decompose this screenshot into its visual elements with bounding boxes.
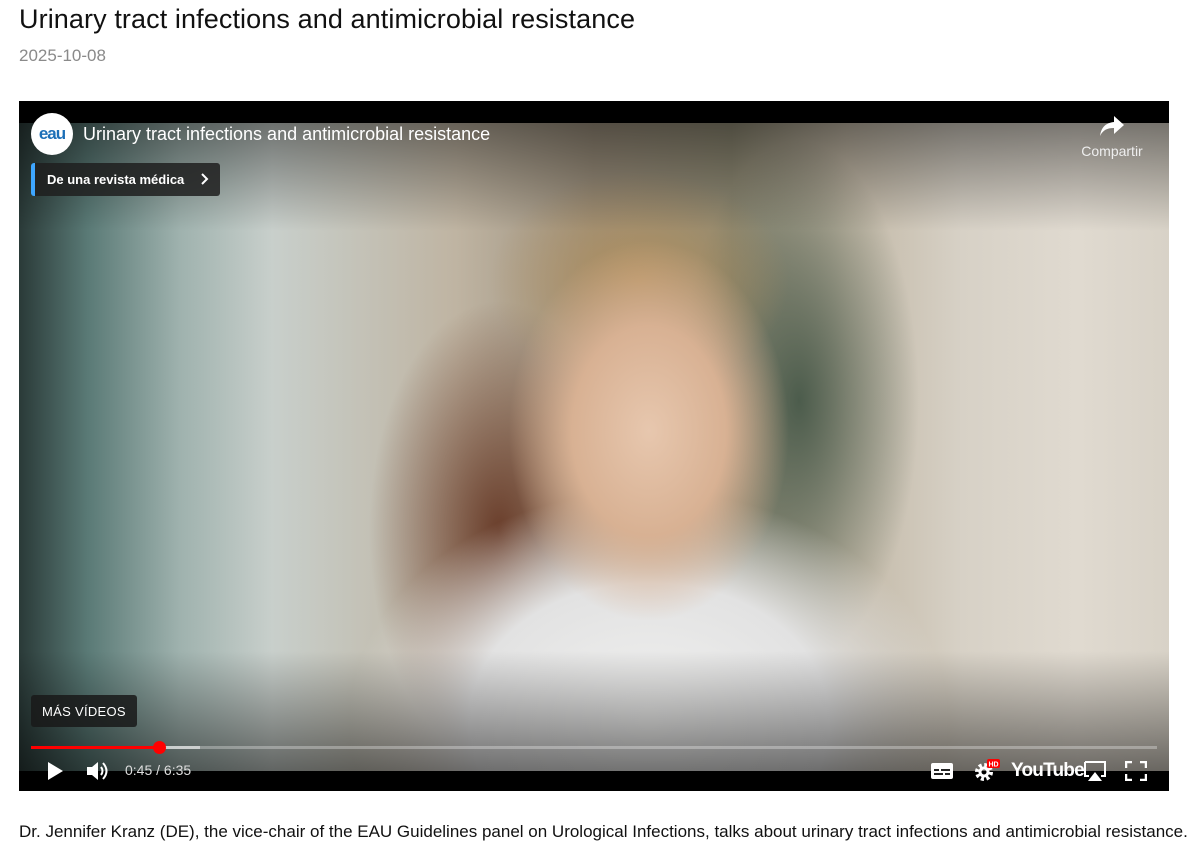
source-info-chip[interactable]: De una revista médica — [31, 163, 221, 196]
volume-icon — [87, 762, 108, 780]
subtitles-button[interactable] — [929, 757, 955, 785]
letterbox-top — [19, 101, 1169, 123]
airplay-icon — [1084, 761, 1106, 781]
progress-played — [31, 746, 160, 749]
hd-badge: HD — [988, 762, 998, 769]
settings-button[interactable]: HD — [971, 757, 1001, 785]
share-button[interactable]: Compartir — [1077, 115, 1147, 159]
play-icon — [48, 762, 63, 780]
video-description: Dr. Jennifer Kranz (DE), the vice-chair … — [19, 822, 1188, 841]
progress-bar[interactable] — [31, 741, 1157, 754]
more-videos-label: MÁS VÍDEOS — [42, 703, 126, 719]
video-player[interactable]: eau Urinary tract infections and antimic… — [19, 101, 1169, 791]
youtube-logo[interactable]: YouTube — [1011, 760, 1085, 782]
share-icon — [1100, 116, 1124, 136]
subtitles-icon — [931, 763, 953, 779]
time-display: 0:45 / 6:35 — [125, 762, 192, 778]
channel-logo-text: eau — [38, 124, 66, 143]
fullscreen-button[interactable] — [1123, 757, 1149, 785]
video-title-link[interactable]: Urinary tract infections and antimicrobi… — [83, 124, 490, 145]
page-title: Urinary tract infections and antimicrobi… — [19, 4, 636, 34]
fullscreen-icon — [1125, 761, 1147, 781]
settings-icon: HD — [975, 759, 1000, 781]
control-bar: 0:45 / 6:35 HD YouTube — [19, 757, 1169, 787]
chevron-right-icon — [201, 173, 209, 185]
source-chip-label: De una revista médica — [47, 172, 185, 187]
more-videos-button[interactable]: MÁS VÍDEOS — [31, 695, 137, 727]
airplay-button[interactable] — [1081, 757, 1109, 785]
mute-button[interactable] — [83, 757, 113, 785]
channel-logo[interactable]: eau — [31, 113, 73, 155]
play-button[interactable] — [41, 757, 69, 785]
publish-date: 2025-10-08 — [19, 46, 106, 65]
share-label: Compartir — [1081, 143, 1143, 159]
